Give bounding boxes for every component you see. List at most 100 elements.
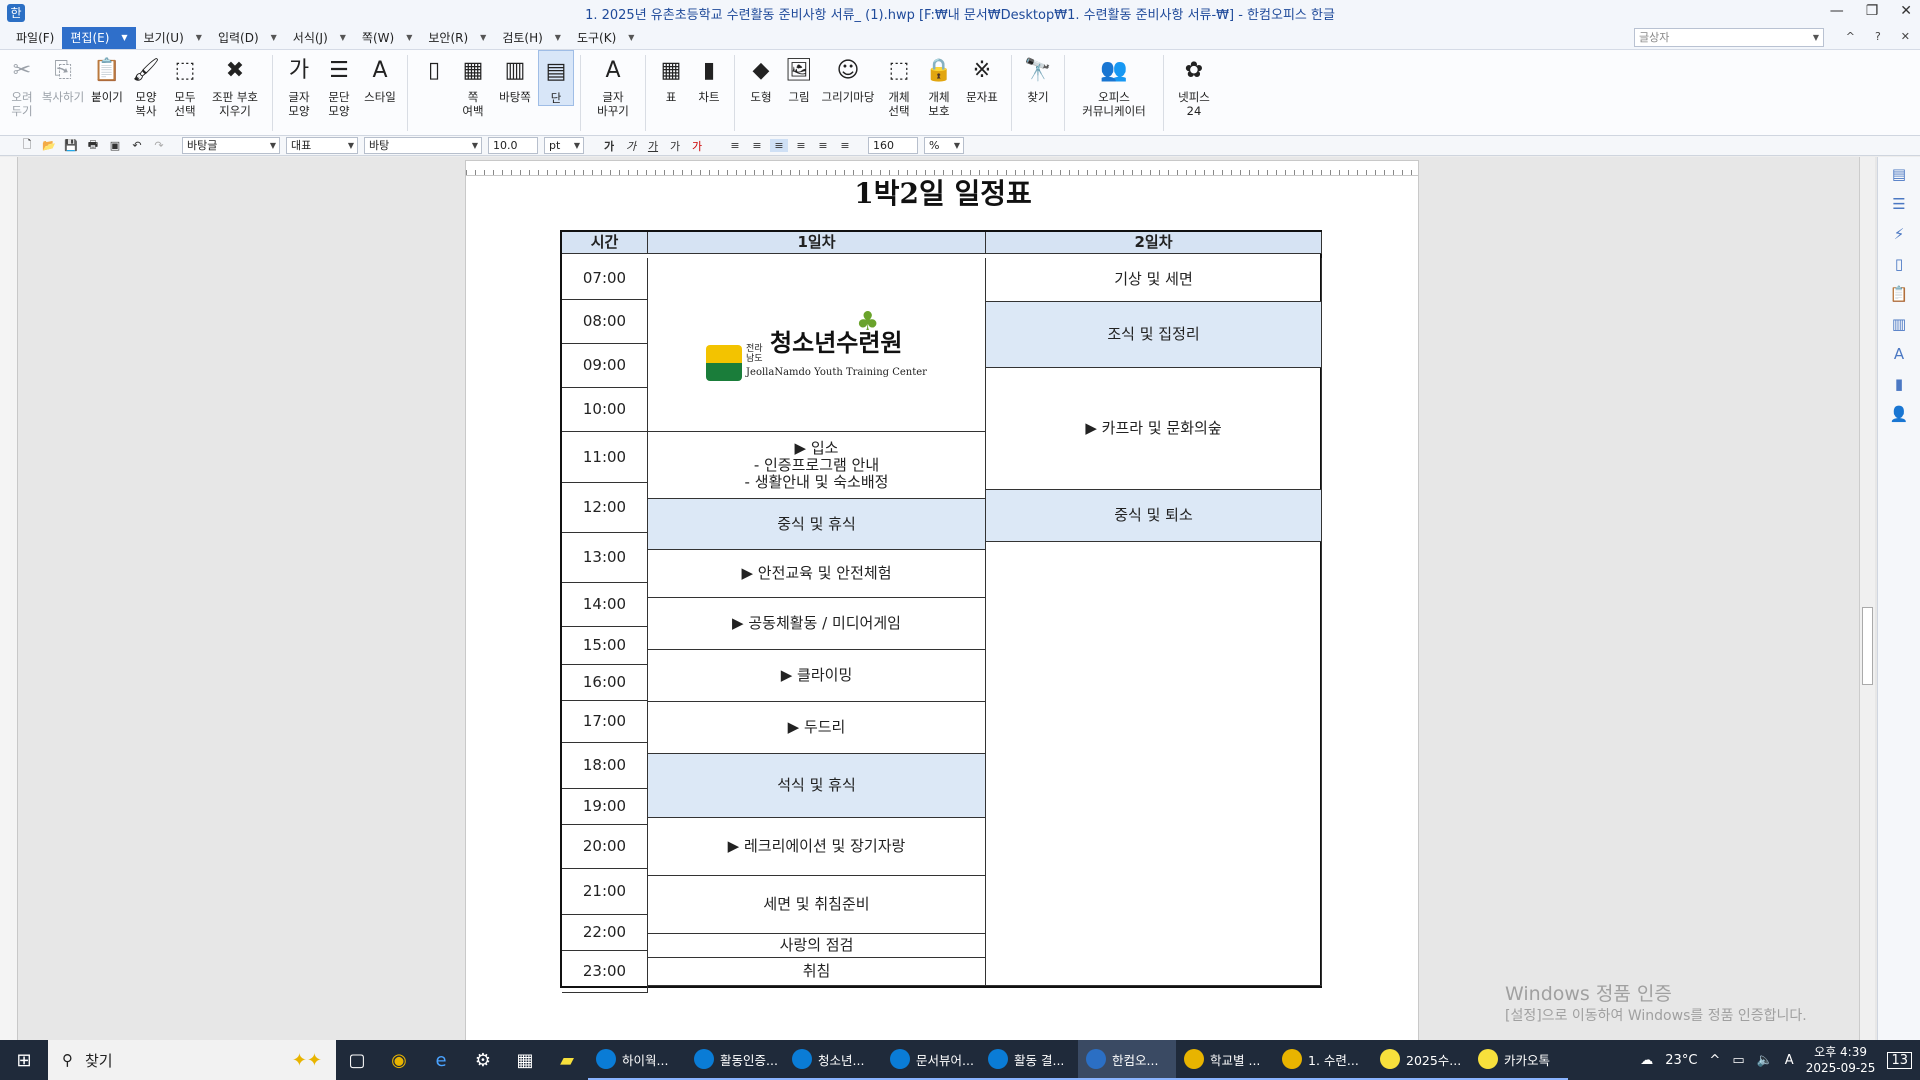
calculator-icon[interactable]: ▦	[504, 1040, 546, 1080]
time-cell[interactable]: 11:00	[562, 432, 648, 483]
time-cell[interactable]: 23:00	[562, 951, 648, 993]
volume-icon[interactable]: 🔈	[1757, 1053, 1773, 1068]
time-cell[interactable]: 20:00	[562, 825, 648, 869]
strike-icon[interactable]: 가	[666, 138, 684, 154]
taskbar-app[interactable]: 카카오톡	[1470, 1040, 1568, 1080]
day2-activity[interactable]: ▶ 카프라 및 문화의숲	[986, 368, 1322, 490]
bold-icon[interactable]: 가	[600, 138, 618, 154]
align-center-icon[interactable]: ≡	[770, 139, 788, 152]
time-cell[interactable]: 12:00	[562, 483, 648, 533]
weather-temp[interactable]: 23°C	[1665, 1053, 1697, 1068]
weather-icon[interactable]: ☁	[1640, 1053, 1653, 1068]
day1-activity[interactable]: 석식 및 휴식	[648, 754, 986, 818]
bookmark-icon[interactable]: ▮	[1895, 375, 1903, 393]
time-cell[interactable]: 13:00	[562, 533, 648, 583]
network-icon[interactable]: ▭	[1732, 1053, 1744, 1068]
undo-icon[interactable]: ↶	[128, 139, 146, 152]
para-style-combo[interactable]: 바탕글 ▼	[182, 137, 280, 154]
header-day2[interactable]: 2일차	[986, 232, 1322, 254]
ribbon-button-netffice[interactable]: ✿ 넷피스 24	[1170, 50, 1218, 119]
align-left-icon[interactable]: ≡	[748, 139, 766, 152]
vertical-scrollbar[interactable]	[1859, 157, 1875, 1040]
style-panel-icon[interactable]: A	[1894, 345, 1904, 363]
day2-activity[interactable]: 중식 및 퇴소	[986, 490, 1322, 542]
zoom-input[interactable]: 160	[868, 137, 918, 154]
font-color-icon[interactable]: 가	[688, 138, 706, 154]
time-cell[interactable]: 10:00	[562, 388, 648, 432]
ribbon-button-columns[interactable]: ▤ 단	[538, 50, 574, 106]
history-icon[interactable]: ▤	[1892, 165, 1906, 183]
ribbon-button-style[interactable]: A 스타일	[359, 50, 401, 105]
size-unit-combo[interactable]: pt ▼	[544, 137, 584, 154]
align-distribute-icon[interactable]: ≡	[814, 139, 832, 152]
ribbon-button-format-painter[interactable]: 🖌 모양 복사	[126, 50, 166, 119]
taskbar-app[interactable]: 활동인증...	[686, 1040, 784, 1080]
ribbon-button-replace-char[interactable]: A 글자 바꾸기	[587, 50, 639, 119]
time-cell[interactable]: 22:00	[562, 915, 648, 951]
ribbon-button-margin[interactable]: ▦ 쪽 여백	[454, 50, 492, 119]
document-icon[interactable]: ▯	[1895, 255, 1903, 273]
day1-activity[interactable]: 세면 및 취침준비	[648, 876, 986, 934]
ribbon-button-symbol[interactable]: ※ 문자표	[959, 50, 1005, 105]
menu-security[interactable]: 보안(R) ▼	[420, 27, 494, 49]
ribbon-button-page[interactable]: ▯	[414, 50, 454, 90]
ribbon-button-chart[interactable]: ▮ 차트	[690, 50, 728, 105]
menu-tools[interactable]: 도구(K) ▼	[569, 27, 642, 49]
time-cell[interactable]: 19:00	[562, 789, 648, 825]
ribbon-button-picture[interactable]: 🖼 그림	[781, 50, 817, 105]
clock[interactable]: 오후 4:39 2025-09-25	[1806, 1044, 1876, 1076]
taskbar-app[interactable]: 학교별 ...	[1176, 1040, 1274, 1080]
save-icon[interactable]: 💾	[62, 139, 80, 152]
day1-activity[interactable]: ▶ 안전교육 및 안전체험	[648, 550, 986, 598]
time-cell[interactable]: 21:00	[562, 869, 648, 915]
underline-icon[interactable]: 가	[644, 138, 662, 154]
time-cell[interactable]: 18:00	[562, 743, 648, 789]
help-icon[interactable]: ?	[1875, 30, 1881, 43]
taskbar-app[interactable]: 1. 수련...	[1274, 1040, 1372, 1080]
menu-format[interactable]: 서식(J) ▼	[285, 27, 354, 49]
print-icon[interactable]: 🖶	[84, 136, 102, 155]
day1-activity[interactable]: 취침	[648, 958, 986, 986]
day1-activity[interactable]: 중식 및 휴식	[648, 499, 986, 550]
clipboard-icon[interactable]: 📋	[1890, 285, 1909, 303]
ribbon-button-clipart[interactable]: ☺ 그리기마당	[817, 50, 879, 105]
network-app-icon[interactable]: ⚙	[462, 1040, 504, 1080]
new-doc-icon[interactable]: 🗋	[18, 136, 36, 155]
layout-icon[interactable]: ▥	[1892, 315, 1906, 333]
menu-file[interactable]: 파일(F)	[8, 27, 62, 49]
ribbon-button-shape[interactable]: ◆ 도형	[741, 50, 781, 105]
lang-combo[interactable]: 대표 ▼	[286, 137, 358, 154]
ribbon-button-find[interactable]: 🔭 찾기	[1018, 50, 1058, 105]
minimize-icon[interactable]: —	[1830, 3, 1844, 19]
taskbar-app[interactable]: 2025수...	[1372, 1040, 1470, 1080]
day1-activity[interactable]: 사랑의 점검	[648, 934, 986, 958]
ribbon-button-scissors[interactable]: ✂ 오려 두기	[6, 50, 38, 119]
taskbar-app[interactable]: 한컴오...	[1078, 1040, 1176, 1080]
taskbar-search[interactable]: ⚲ 찾기 ✦✦	[48, 1040, 336, 1080]
taskbar-app[interactable]: 청소년...	[784, 1040, 882, 1080]
ribbon-button-char-shape[interactable]: 가 글자 모양	[279, 50, 319, 119]
task-view-icon[interactable]: ▢	[336, 1040, 378, 1080]
document-page[interactable]: 1박2일 일정표 시간 1일차 2일차 07:00 08:00 09:00 10:00 11:…	[465, 176, 1419, 1040]
taskbar-app[interactable]: 하이웍...	[588, 1040, 686, 1080]
menu-edit[interactable]: 편집(E) ▼	[62, 26, 136, 49]
time-cell[interactable]: 16:00	[562, 665, 648, 701]
font-combo[interactable]: 바탕 ▼	[364, 137, 482, 154]
logo-cell[interactable]: ♣ 전라남도 청소년수련원 JeollaNamdo Youth Training Ce…	[648, 258, 986, 432]
ribbon-button-clear-format[interactable]: ✖ 조판 부호 지우기	[204, 50, 266, 119]
align-right-icon[interactable]: ≡	[792, 139, 810, 152]
menu-page[interactable]: 쪽(W) ▼	[354, 27, 420, 49]
ribbon-button-table[interactable]: ▦ 표	[652, 50, 690, 105]
time-cell[interactable]: 17:00	[562, 701, 648, 743]
day1-activity[interactable]: ▶ 두드리	[648, 702, 986, 754]
day2-activity[interactable]: 기상 및 세면	[986, 258, 1322, 302]
horizontal-ruler[interactable]	[465, 160, 1419, 176]
open-icon[interactable]: 📂	[40, 139, 58, 152]
italic-icon[interactable]: 가	[622, 138, 640, 154]
day1-activity[interactable]: ▶ 공동체활동 / 미디어게임	[648, 598, 986, 650]
object-style-combo[interactable]: 글상자 ▼	[1634, 28, 1824, 47]
ribbon-button-paragraph[interactable]: ☰ 문단 모양	[319, 50, 359, 119]
align-divide-icon[interactable]: ≡	[836, 139, 854, 152]
time-cell[interactable]: 15:00	[562, 627, 648, 665]
taskbar-app[interactable]: 문서뷰어...	[882, 1040, 980, 1080]
